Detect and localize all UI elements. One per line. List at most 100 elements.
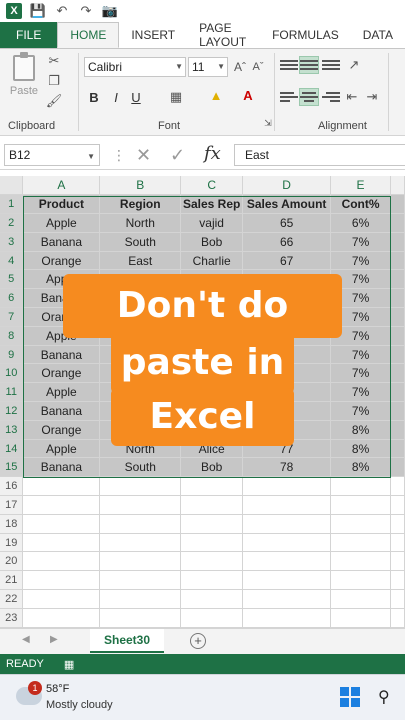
- cell[interactable]: [330, 570, 392, 591]
- cell[interactable]: [390, 401, 405, 421]
- redo-icon[interactable]: ↷: [78, 3, 94, 19]
- fill-color-icon[interactable]: ▲: [208, 87, 224, 103]
- column-header-c[interactable]: C: [180, 176, 244, 196]
- tab-insert[interactable]: INSERT: [119, 22, 187, 48]
- cell[interactable]: Apple: [22, 326, 101, 346]
- cell[interactable]: [99, 551, 182, 572]
- cell[interactable]: 7%: [330, 307, 392, 327]
- cell[interactable]: [390, 307, 405, 327]
- cell[interactable]: [180, 326, 244, 346]
- search-icon[interactable]: ⚲: [378, 687, 400, 709]
- scroll-left-icon[interactable]: ◀: [22, 634, 30, 645]
- macro-record-icon[interactable]: ▦: [64, 658, 74, 671]
- cell[interactable]: 65: [242, 213, 332, 233]
- cell[interactable]: 77: [242, 439, 332, 459]
- cell[interactable]: [99, 363, 182, 384]
- column-header-b[interactable]: B: [99, 176, 182, 196]
- cell[interactable]: [390, 213, 405, 233]
- cell-table[interactable]: A B C D E 1 Product Region Sales Rep Sales A…: [0, 176, 405, 628]
- cell[interactable]: [180, 382, 244, 403]
- cell[interactable]: [242, 476, 332, 497]
- cell[interactable]: [390, 570, 405, 591]
- cell[interactable]: [180, 608, 244, 628]
- row-header[interactable]: 21: [0, 570, 24, 591]
- cell[interactable]: [180, 363, 244, 384]
- cell[interactable]: North: [99, 439, 182, 459]
- cell[interactable]: [180, 345, 244, 365]
- cell[interactable]: [390, 551, 405, 572]
- column-header-d[interactable]: D: [242, 176, 332, 196]
- cell[interactable]: [242, 307, 332, 327]
- cell[interactable]: [99, 307, 182, 327]
- cell[interactable]: Banana: [22, 232, 101, 252]
- cell[interactable]: Product: [22, 194, 101, 215]
- cell[interactable]: [180, 570, 244, 591]
- tab-formulas[interactable]: FORMULAS: [260, 22, 351, 48]
- cell[interactable]: [390, 382, 405, 403]
- align-bottom-icon[interactable]: [322, 57, 340, 73]
- cell[interactable]: [99, 345, 182, 365]
- shrink-font-icon[interactable]: Aˇ: [250, 59, 266, 75]
- cell[interactable]: [390, 232, 405, 252]
- sheet-tab-active[interactable]: Sheet30: [90, 629, 164, 653]
- weather-temperature[interactable]: 58°F: [46, 683, 69, 695]
- column-header-e[interactable]: E: [330, 176, 392, 196]
- row-header[interactable]: 5: [0, 269, 24, 290]
- cell[interactable]: [390, 514, 405, 534]
- cell[interactable]: [99, 269, 182, 290]
- cell[interactable]: [180, 476, 244, 497]
- cell[interactable]: Charlie: [180, 251, 244, 271]
- row-header[interactable]: 10: [0, 363, 24, 384]
- row-header[interactable]: 15: [0, 457, 24, 478]
- orientation-icon[interactable]: ↗: [346, 57, 362, 73]
- row-header[interactable]: 2: [0, 213, 24, 233]
- row-header[interactable]: 3: [0, 232, 24, 252]
- borders-icon[interactable]: ▦: [168, 89, 184, 105]
- cell[interactable]: Banana: [22, 345, 101, 365]
- cell[interactable]: [242, 533, 332, 553]
- cell[interactable]: [99, 570, 182, 591]
- font-color-icon[interactable]: A: [240, 87, 256, 103]
- tab-file[interactable]: FILE: [0, 22, 58, 48]
- cell[interactable]: [22, 551, 101, 572]
- cell[interactable]: [22, 570, 101, 591]
- align-left-icon[interactable]: [280, 89, 298, 105]
- cell[interactable]: Banana: [22, 288, 101, 309]
- cell[interactable]: Bob: [180, 232, 244, 252]
- scroll-right-icon[interactable]: ▶: [50, 634, 58, 645]
- cell[interactable]: [180, 307, 244, 327]
- font-size-select[interactable]: 11 ▼: [188, 57, 228, 77]
- row-header[interactable]: 11: [0, 382, 24, 403]
- cell[interactable]: Apple: [22, 382, 101, 403]
- cell[interactable]: [390, 420, 405, 440]
- cell[interactable]: vajid: [180, 213, 244, 233]
- cut-icon[interactable]: ✂: [46, 53, 62, 69]
- cell[interactable]: Orange: [22, 307, 101, 327]
- cell[interactable]: [390, 439, 405, 459]
- align-top-icon[interactable]: [280, 57, 298, 73]
- cell[interactable]: Apple: [22, 269, 101, 290]
- cell[interactable]: [180, 269, 244, 290]
- cell[interactable]: [99, 495, 182, 515]
- row-header[interactable]: 13: [0, 420, 24, 440]
- cell[interactable]: Apple: [22, 439, 101, 459]
- cell[interactable]: 7%: [330, 382, 392, 403]
- cell[interactable]: [390, 476, 405, 497]
- cell[interactable]: [22, 495, 101, 515]
- cell[interactable]: 7%: [330, 401, 392, 421]
- row-header[interactable]: 12: [0, 401, 24, 421]
- cell[interactable]: [242, 288, 332, 309]
- cell[interactable]: [390, 194, 405, 215]
- cell[interactable]: [180, 401, 244, 421]
- camera-icon[interactable]: 📷: [102, 3, 118, 19]
- cell[interactable]: [390, 251, 405, 271]
- tab-home[interactable]: HOME: [57, 22, 120, 48]
- cell[interactable]: 8%: [330, 420, 392, 440]
- row-header[interactable]: 18: [0, 514, 24, 534]
- cell[interactable]: [390, 363, 405, 384]
- cell[interactable]: [330, 533, 392, 553]
- cell[interactable]: 66: [242, 232, 332, 252]
- cell[interactable]: [99, 420, 182, 440]
- bold-button[interactable]: B: [86, 89, 102, 105]
- cell[interactable]: [390, 495, 405, 515]
